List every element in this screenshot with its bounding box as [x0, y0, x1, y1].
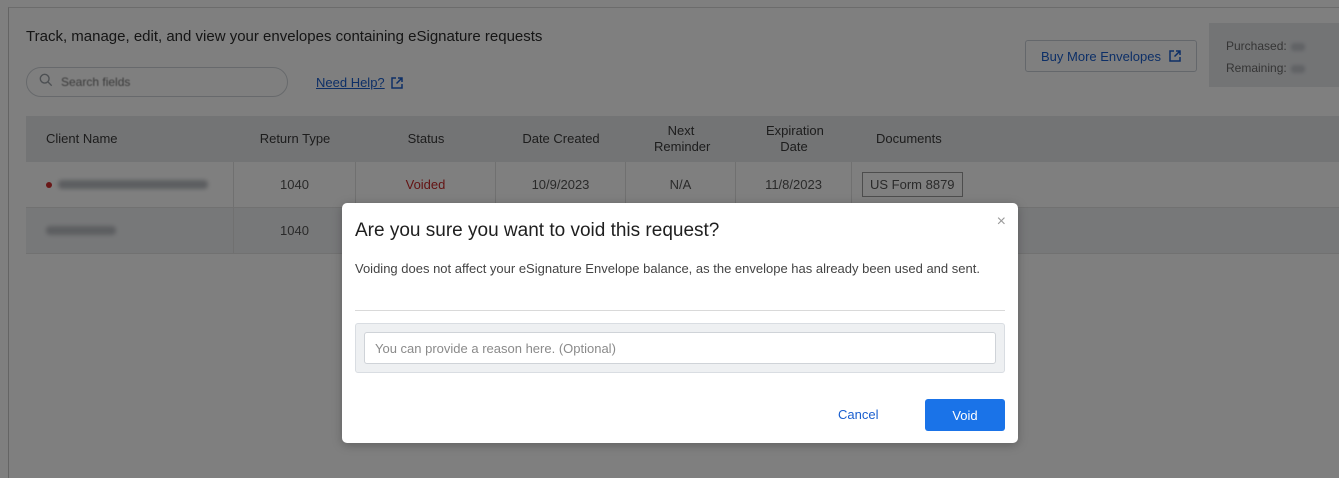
divider: [355, 310, 1005, 311]
reason-container: [355, 323, 1005, 373]
void-button[interactable]: Void: [925, 399, 1005, 431]
reason-input[interactable]: [364, 332, 996, 364]
dialog-title: Are you sure you want to void this reque…: [355, 220, 720, 241]
dialog-message: Voiding does not affect your eSignature …: [355, 261, 980, 276]
close-icon[interactable]: ×: [997, 213, 1006, 231]
cancel-button[interactable]: Cancel: [838, 407, 878, 422]
void-request-dialog: Are you sure you want to void this reque…: [342, 203, 1018, 443]
